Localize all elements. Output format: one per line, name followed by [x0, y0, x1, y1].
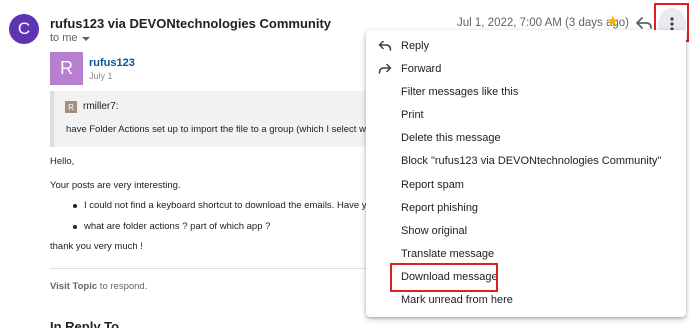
visit-topic-line: Visit Topic to respond.	[50, 281, 147, 292]
menu-item-label: Mark unread from here	[401, 294, 513, 306]
bullet-item: I could not find a keyboard shortcut to …	[84, 200, 372, 211]
menu-item-show-original[interactable]: Show original	[366, 221, 686, 243]
menu-item-block-sender[interactable]: Block "rufus123 via DEVONtechnologies Co…	[366, 151, 686, 173]
post-date: July 1	[89, 71, 113, 81]
quote-block: R rmiller7: have Folder Actions set up t…	[50, 91, 380, 147]
body-greeting: Hello,	[50, 156, 75, 167]
forward-icon	[378, 63, 392, 74]
sender-name: rufus123 via DEVONtechnologies Community	[50, 16, 332, 31]
visit-topic-link[interactable]: Visit Topic	[50, 281, 97, 292]
menu-item-report-phishing[interactable]: Report phishing	[366, 198, 686, 220]
chevron-down-icon	[81, 36, 90, 41]
recipient-details-toggle[interactable]: to me	[50, 32, 90, 44]
menu-item-label: Report phishing	[401, 202, 479, 214]
menu-item-label: Forward	[401, 63, 442, 75]
reply-icon	[378, 40, 392, 51]
quote-text: have Folder Actions set up to import the…	[66, 124, 371, 135]
menu-item-mark-unread[interactable]: Mark unread from here	[366, 290, 686, 312]
menu-item-forward[interactable]: Forward	[366, 59, 686, 81]
menu-item-label: Reply	[401, 40, 430, 52]
body-closing: thank you very much !	[50, 241, 143, 252]
highlight-box-download-message	[390, 263, 498, 292]
email-date: Jul 1, 2022, 7:00 AM (3 days ago)	[457, 17, 629, 29]
recipient-label: to me	[50, 32, 78, 44]
menu-item-label: Delete this message	[401, 132, 501, 144]
bullet-item: what are folder actions ? part of which …	[84, 221, 271, 232]
menu-item-report-spam[interactable]: Report spam	[366, 175, 686, 197]
menu-item-label: Block "rufus123 via DEVONtechnologies Co…	[401, 155, 662, 167]
in-reply-to-heading: In Reply To	[50, 319, 120, 328]
bullet-dot	[73, 204, 77, 208]
sender-avatar[interactable]: C	[9, 14, 39, 44]
visit-topic-rest: to respond.	[97, 281, 148, 292]
menu-item-reply[interactable]: Reply	[366, 36, 686, 58]
star-icon[interactable]: ★	[606, 12, 619, 30]
menu-item-filter-messages[interactable]: Filter messages like this	[366, 82, 686, 104]
divider	[50, 268, 370, 269]
menu-item-label: Filter messages like this	[401, 86, 519, 98]
menu-item-label: Translate message	[401, 248, 495, 260]
quote-avatar: R	[65, 101, 77, 113]
body-line: Your posts are very interesting.	[50, 180, 181, 191]
menu-item-print[interactable]: Print	[366, 105, 686, 127]
menu-item-label: Show original	[401, 225, 468, 237]
post-avatar: R	[50, 52, 83, 85]
quote-username: rmiller7:	[83, 101, 119, 112]
menu-item-label: Report spam	[401, 179, 464, 191]
menu-item-label: Print	[401, 109, 424, 121]
bullet-dot	[73, 225, 77, 229]
menu-item-delete[interactable]: Delete this message	[366, 128, 686, 150]
post-username[interactable]: rufus123	[89, 57, 135, 69]
